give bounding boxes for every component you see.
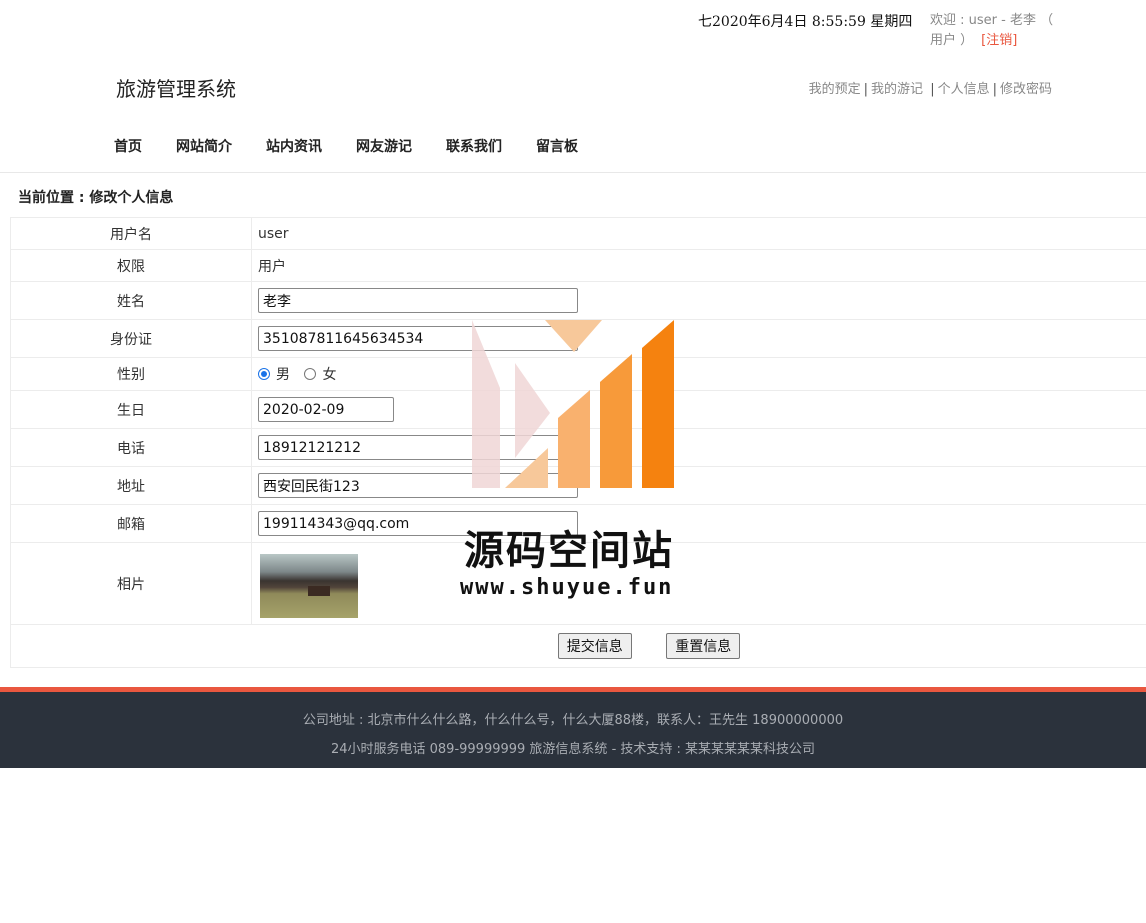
radio-checked-icon[interactable] <box>258 368 270 380</box>
profile-photo <box>260 553 358 618</box>
address-input[interactable] <box>258 473 578 498</box>
profile-link[interactable]: 个人信息 <box>938 82 990 97</box>
watermark-url: www.shuyue.fun <box>460 575 674 600</box>
nav-contact[interactable]: 联系我们 <box>446 136 502 156</box>
my-travelogues-link[interactable]: 我的游记 <box>871 82 923 97</box>
nav-about[interactable]: 网站简介 <box>176 136 232 156</box>
photo-label: 相片 <box>10 542 252 625</box>
nav-news[interactable]: 站内资讯 <box>266 136 322 156</box>
my-bookings-link[interactable]: 我的预定 <box>809 82 861 97</box>
name-input[interactable] <box>258 288 578 313</box>
username-label: 用户名 <box>10 217 252 250</box>
birthday-label: 生日 <box>10 390 252 429</box>
username-value: user <box>251 217 1146 250</box>
submit-button[interactable]: 提交信息 <box>557 633 632 659</box>
gender-male-label: 男 <box>276 367 290 383</box>
user-links: 我的预定 | 我的游记 | 个人信息 | 修改密码 <box>808 82 1052 97</box>
birthday-input[interactable] <box>258 397 394 422</box>
gender-female-option[interactable]: 女 <box>304 364 336 384</box>
nav-travelogues[interactable]: 网友游记 <box>356 136 412 156</box>
site-brand: 旅游管理系统 <box>116 77 236 101</box>
idcard-input[interactable] <box>258 326 578 351</box>
nav-home[interactable]: 首页 <box>114 136 142 156</box>
breadcrumb: 当前位置 : 修改个人信息 <box>18 190 174 206</box>
gender-female-label: 女 <box>322 367 337 383</box>
profile-form: 用户名 user 权限 用户 姓名 身份证 性别 男 女 生日 电话 地址 邮箱… <box>10 217 1146 668</box>
email-label: 邮箱 <box>10 504 252 543</box>
address-label: 地址 <box>10 466 252 505</box>
phone-input[interactable] <box>258 435 578 460</box>
name-label: 姓名 <box>10 281 252 320</box>
footer: 公司地址 : 北京市什么什么路，什么什么号，什么大厦88楼，联系人：王先生 18… <box>0 687 1146 768</box>
footer-address: 公司地址 : 北京市什么什么路，什么什么号，什么大厦88楼，联系人：王先生 18… <box>302 713 844 728</box>
nav-guestbook[interactable]: 留言板 <box>536 136 578 156</box>
gender-male-option[interactable]: 男 <box>258 364 290 384</box>
main-nav: 首页 网站简介 站内资讯 网友游记 联系我们 留言板 <box>114 136 578 156</box>
watermark-title: 源码空间站 <box>464 528 674 574</box>
idcard-label: 身份证 <box>10 319 252 358</box>
radio-unchecked-icon[interactable] <box>304 368 317 380</box>
reset-button[interactable]: 重置信息 <box>666 633 741 659</box>
header-divider <box>0 172 1146 173</box>
change-password-link[interactable]: 修改密码 <box>1000 82 1052 97</box>
phone-label: 电话 <box>10 428 252 467</box>
gender-label: 性别 <box>10 357 252 391</box>
role-label: 权限 <box>10 249 252 282</box>
footer-contact: 24小时服务电话 089-99999999 旅游信息系统 - 技术支持 : 某某… <box>330 742 816 757</box>
role-value: 用户 <box>251 249 1146 282</box>
logout-link[interactable]: [注销] <box>981 33 1017 48</box>
datetime-display: 七2020年6月4日 8:55:59 星期四 <box>698 14 913 30</box>
welcome-box: 欢迎 : user - 老李 （ 用户 ） [注销] <box>930 11 1060 51</box>
